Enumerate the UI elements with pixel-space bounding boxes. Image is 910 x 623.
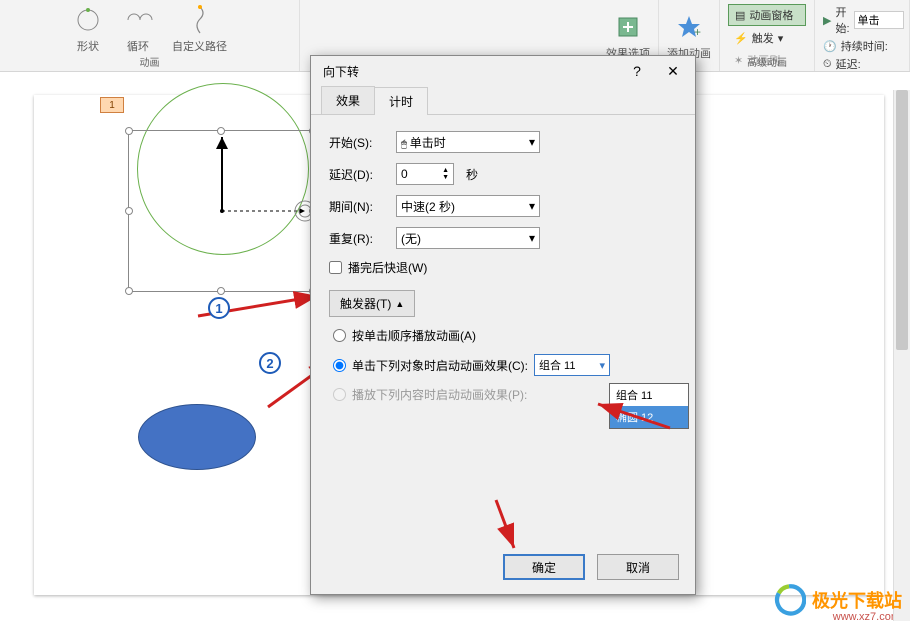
group-anchor-icon [129, 131, 313, 291]
radio-sequence-label: 按单击顺序播放动画(A) [352, 327, 476, 344]
shape-circle-icon [72, 4, 104, 36]
scrollbar-thumb[interactable] [896, 90, 908, 350]
play-icon: ▶ [823, 14, 831, 27]
watermark-logo-icon [772, 583, 806, 617]
watermark: 极光下载站 [772, 583, 902, 617]
resize-handle[interactable] [125, 127, 133, 135]
trigger-object-select[interactable]: 组合 11 ▾ [534, 354, 610, 376]
radio-play-content-label: 播放下列内容时启动动画效果(P): [352, 386, 527, 403]
mouse-click-icon: 🖱 [401, 139, 410, 150]
radio-click-object[interactable] [333, 359, 346, 372]
selection-box[interactable] [128, 130, 314, 292]
chevron-down-icon: ▾ [529, 231, 535, 245]
annotation-arrow [484, 492, 544, 562]
close-button[interactable]: ✕ [659, 60, 687, 82]
chevron-down-icon: ▾ [599, 359, 605, 372]
loop-icon [122, 4, 154, 36]
dialog-titlebar[interactable]: 向下转 ? ✕ [311, 56, 695, 86]
effect-options-icon [612, 11, 644, 43]
start-select[interactable]: 🖱 单击时 ▾ [396, 131, 540, 153]
radio-click-object-label: 单击下列对象时启动动画效果(C): [352, 357, 528, 374]
animation-pane-button[interactable]: ▤ 动画窗格 [728, 4, 806, 26]
ribbon-shape-button[interactable]: 形状 [72, 4, 104, 54]
vertical-scrollbar[interactable] [893, 90, 910, 621]
rewind-checkbox[interactable] [329, 261, 342, 274]
cancel-button[interactable]: 取消 [597, 554, 679, 580]
resize-handle[interactable] [125, 207, 133, 215]
ribbon-loop-button[interactable]: 循环 [122, 4, 154, 54]
svg-text:+: + [694, 25, 701, 39]
blue-ellipse-shape[interactable] [138, 404, 256, 470]
bolt-icon: ⚡ [734, 32, 748, 45]
ribbon-group-anim-label: 动画 [140, 54, 160, 69]
tab-effect[interactable]: 效果 [321, 86, 375, 114]
spin-up-icon[interactable]: ▲ [442, 167, 449, 174]
duration-property: 🕐 持续时间: [823, 38, 901, 54]
chevron-down-icon: ▾ [529, 135, 535, 149]
annotation-badge-1: 1 [208, 297, 230, 319]
start-property: ▶ 开始: [823, 4, 901, 36]
brush-icon: ✶ [734, 54, 743, 67]
start-label: 开始(S): [329, 134, 384, 151]
dialog-title: 向下转 [323, 63, 359, 80]
period-label: 期间(N): [329, 198, 384, 215]
delay-label: 延迟(D): [329, 166, 384, 183]
anim-pane-icon: ▤ [735, 9, 745, 22]
start-value-input[interactable] [854, 11, 904, 29]
spin-down-icon[interactable]: ▼ [442, 174, 449, 181]
resize-handle[interactable] [125, 287, 133, 295]
watermark-text: 极光下载站 [812, 587, 902, 613]
trigger-button[interactable]: ⚡ 触发 ▾ [728, 28, 806, 48]
ribbon-loop-label: 循环 [127, 38, 149, 54]
radio-sequence[interactable] [333, 329, 346, 342]
custom-path-icon [184, 4, 216, 36]
timing-form: 开始(S): 🖱 单击时 ▾ 延迟(D): 0 ▲▼ 秒 期间(N): 中速(2… [311, 115, 695, 429]
ribbon-group-advanced-label: 高级动画 [747, 54, 787, 69]
period-select[interactable]: 中速(2 秒) ▾ [396, 195, 540, 217]
chevron-down-icon: ▾ [529, 199, 535, 213]
delay-icon: ⏲ [823, 58, 832, 71]
dialog-tabs: 效果 计时 [311, 86, 695, 115]
collapse-up-icon: ▲ [395, 299, 404, 309]
ribbon-custom-path-button[interactable]: 自定义路径 [172, 4, 227, 54]
annotation-badge-2: 2 [259, 352, 281, 374]
effect-options-button[interactable]: 效果选项 [606, 11, 650, 61]
repeat-label: 重复(R): [329, 230, 384, 247]
rewind-label: 播完后快退(W) [348, 259, 427, 276]
tab-timing[interactable]: 计时 [374, 87, 428, 115]
help-button[interactable]: ? [623, 60, 651, 82]
ribbon-custom-path-label: 自定义路径 [172, 38, 227, 54]
resize-handle[interactable] [217, 127, 225, 135]
clock-icon: 🕐 [823, 40, 837, 53]
repeat-select[interactable]: (无) ▾ [396, 227, 540, 249]
ribbon-shape-label: 形状 [77, 38, 99, 54]
annotation-arrow [590, 398, 680, 438]
trigger-toggle-button[interactable]: 触发器(T) ▲ [329, 290, 415, 317]
add-animation-button[interactable]: + 添加动画 [667, 11, 711, 61]
delay-property: ⏲ 延迟: [823, 56, 901, 72]
delay-unit: 秒 [466, 166, 478, 183]
animation-tag-1[interactable]: 1 [100, 97, 124, 113]
delay-spinner[interactable]: 0 ▲▼ [396, 163, 454, 185]
chevron-down-icon: ▾ [778, 32, 784, 45]
radio-play-content [333, 388, 346, 401]
add-anim-star-icon: + [673, 11, 705, 43]
